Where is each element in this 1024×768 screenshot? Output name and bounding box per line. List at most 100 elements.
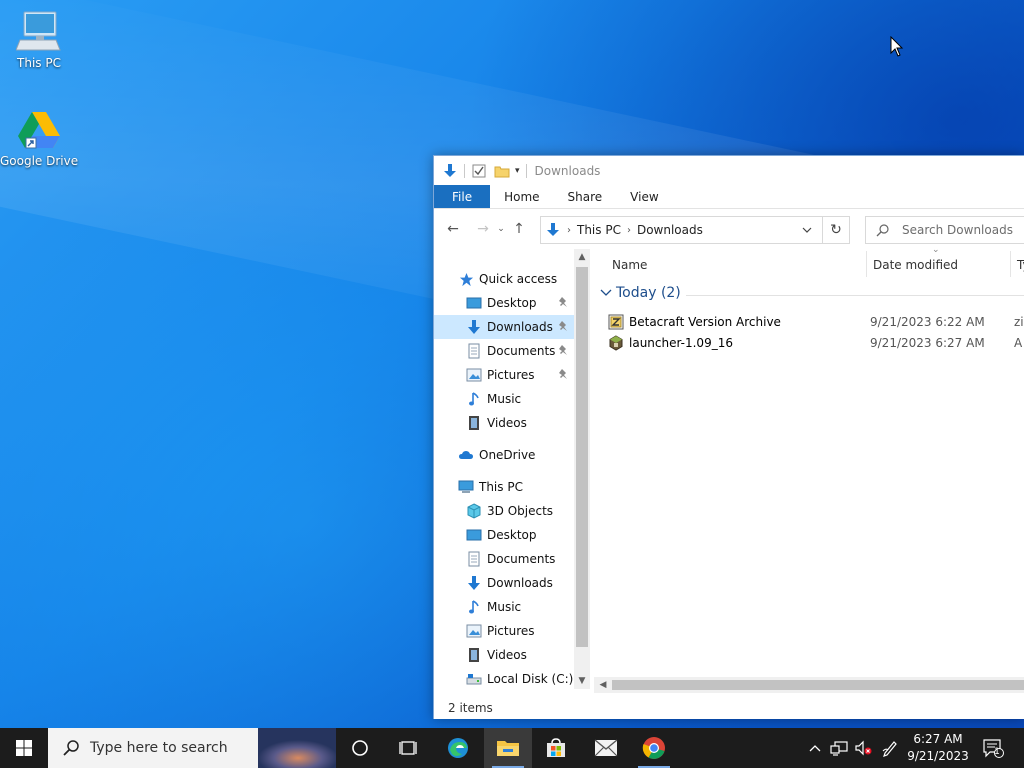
pen-workspace-icon[interactable] — [878, 728, 902, 768]
desktop-icon-this-pc[interactable]: This PC — [0, 10, 78, 70]
store-bag-icon — [547, 738, 565, 757]
volume-muted-icon[interactable] — [852, 728, 874, 768]
taskbar-store[interactable] — [532, 728, 580, 768]
taskbar-search-box[interactable]: Type here to search — [48, 728, 336, 768]
start-button[interactable] — [0, 728, 48, 768]
scroll-down-arrow-icon[interactable]: ▼ — [574, 673, 590, 689]
nav-pc-videos[interactable]: Videos — [434, 643, 574, 667]
breadcrumb-chevron-icon[interactable]: › — [627, 225, 631, 236]
column-divider[interactable] — [1010, 251, 1011, 277]
search-input[interactable]: Search Downloads — [865, 216, 1024, 244]
pictures-icon — [466, 367, 482, 383]
tab-view[interactable]: View — [616, 185, 672, 208]
nav-this-pc[interactable]: This PC — [434, 475, 574, 499]
scroll-thumb[interactable] — [576, 267, 588, 647]
nav-label: 3D Objects — [487, 504, 554, 518]
nav-pc-downloads[interactable]: Downloads — [434, 571, 574, 595]
pin-icon[interactable] — [558, 344, 570, 356]
nav-quick-pictures[interactable]: Pictures — [434, 363, 574, 387]
address-dropdown-icon[interactable] — [792, 217, 822, 243]
nav-pc-music[interactable]: Music — [434, 595, 574, 619]
breadcrumb-this-pc[interactable]: This PC — [577, 223, 621, 237]
tab-share[interactable]: Share — [554, 185, 617, 208]
column-header-date[interactable]: Date modified — [873, 249, 958, 281]
nav-quick-documents[interactable]: Documents — [434, 339, 574, 363]
properties-checkbox-icon[interactable] — [471, 163, 487, 179]
scroll-thumb[interactable] — [612, 680, 1024, 690]
taskbar-chrome[interactable] — [630, 728, 678, 768]
action-center-button[interactable]: 1 — [978, 728, 1008, 768]
separator — [525, 163, 527, 178]
file-row-betacraft-version-archive[interactable]: Betacraft Version Archive 9/21/2023 6:22… — [608, 311, 1024, 332]
nav-quick-downloads[interactable]: Downloads — [434, 315, 574, 339]
pin-icon[interactable] — [558, 320, 570, 332]
file-explorer-window: ▾ Downloads File Home Share View ← → ⌄ ↑… — [433, 155, 1024, 719]
taskbar-edge[interactable] — [434, 728, 482, 768]
nav-quick-access[interactable]: Quick access — [434, 267, 574, 291]
sort-chevron-icon: ⌄ — [932, 245, 940, 255]
forward-arrow-icon[interactable]: → — [472, 218, 494, 240]
group-header-today[interactable]: Today (2) — [600, 285, 681, 301]
mouse-cursor-icon — [890, 36, 904, 57]
system-clock[interactable]: 6:27 AM 9/21/2023 — [904, 731, 972, 765]
collapse-chevron-icon[interactable] — [600, 289, 612, 297]
pin-icon[interactable] — [558, 368, 570, 380]
column-header-name[interactable]: Name — [612, 249, 647, 281]
star-icon — [458, 271, 474, 287]
edge-browser-icon — [448, 738, 468, 758]
nav-quick-music[interactable]: Music — [434, 387, 574, 411]
nav-vertical-scrollbar[interactable]: ▲ ▼ — [574, 249, 590, 689]
up-arrow-icon[interactable]: ↑ — [508, 218, 530, 240]
taskbar-mail[interactable] — [582, 728, 630, 768]
search-highlight-image — [258, 728, 336, 768]
nav-label: Quick access — [479, 272, 558, 286]
breadcrumb-downloads[interactable]: Downloads — [637, 223, 703, 237]
window-title: Downloads — [534, 163, 601, 178]
nav-pc-documents[interactable]: Documents — [434, 547, 574, 571]
show-hidden-icons-chevron-icon[interactable] — [804, 728, 826, 768]
breadcrumb-chevron-icon[interactable]: › — [567, 225, 571, 236]
refresh-icon[interactable]: ↻ — [823, 216, 850, 244]
taskbar-file-explorer[interactable] — [484, 728, 532, 768]
folder-icon — [497, 741, 519, 756]
title-bar[interactable]: ▾ Downloads — [434, 156, 1024, 185]
nav-pc-desktop[interactable]: Desktop — [434, 523, 574, 547]
drive-icon — [466, 671, 482, 687]
scroll-left-arrow-icon[interactable]: ◀ — [596, 677, 610, 693]
nav-quick-desktop[interactable]: Desktop — [434, 291, 574, 315]
scroll-up-arrow-icon[interactable]: ▲ — [574, 249, 590, 265]
videos-icon — [466, 647, 482, 663]
quick-access-dropdown-icon[interactable]: ▾ — [515, 166, 520, 176]
tab-file[interactable]: File — [434, 185, 491, 208]
file-name: Betacraft Version Archive — [629, 314, 781, 329]
nav-pc-pictures[interactable]: Pictures — [434, 619, 574, 643]
documents-icon — [466, 551, 482, 567]
nav-pc-3d-objects[interactable]: 3D Objects — [434, 499, 574, 523]
cortana-button[interactable] — [336, 728, 384, 768]
column-divider[interactable] — [866, 251, 867, 277]
task-view-button[interactable] — [384, 728, 432, 768]
ribbon-tabs: File Home Share View — [434, 185, 1024, 209]
separator — [464, 163, 465, 178]
nav-label: Documents — [487, 552, 556, 566]
tab-home[interactable]: Home — [490, 185, 553, 208]
nav-onedrive[interactable]: OneDrive — [434, 443, 574, 467]
address-bar[interactable]: › This PC › Downloads — [540, 216, 823, 244]
recent-locations-chevron-icon[interactable]: ⌄ — [494, 218, 508, 240]
status-item-count: 2 items — [448, 701, 493, 715]
music-note-icon — [466, 391, 482, 407]
pin-icon[interactable] — [558, 296, 570, 308]
file-row-launcher[interactable]: launcher-1.09_16 9/21/2023 6:27 AM A — [608, 332, 1024, 353]
content-horizontal-scrollbar[interactable]: ◀ — [594, 677, 1024, 693]
file-date: 9/21/2023 6:22 AM — [870, 314, 985, 329]
nav-pc-local-disk[interactable]: Local Disk (C:) — [434, 667, 574, 691]
column-header-type[interactable]: Ty — [1017, 249, 1024, 281]
file-type: zi — [1014, 314, 1024, 329]
group-divider — [686, 295, 1024, 296]
back-arrow-icon[interactable]: ← — [442, 218, 464, 240]
documents-icon — [466, 343, 482, 359]
desktop-icon-google-drive[interactable]: Google Drive — [0, 108, 78, 168]
new-folder-icon[interactable] — [493, 163, 511, 179]
nav-quick-videos[interactable]: Videos — [434, 411, 574, 435]
network-icon[interactable] — [828, 728, 850, 768]
